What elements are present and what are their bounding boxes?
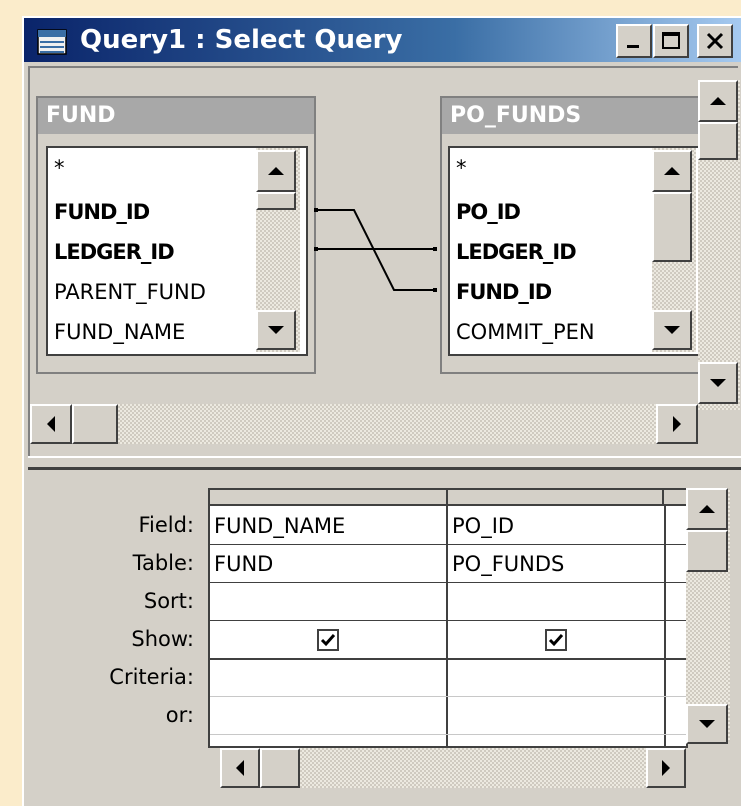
arrow-down-icon bbox=[699, 720, 715, 728]
grid-cell-table[interactable]: FUND bbox=[210, 545, 446, 583]
scroll-down-button[interactable] bbox=[698, 362, 738, 404]
scroll-thumb[interactable] bbox=[260, 748, 300, 788]
checkmark-icon bbox=[548, 633, 564, 646]
scroll-left-button[interactable] bbox=[220, 748, 260, 788]
arrow-up-icon bbox=[699, 505, 715, 513]
grid-cell-show[interactable] bbox=[210, 621, 446, 658]
column-selector[interactable] bbox=[664, 490, 686, 506]
arrow-right-icon bbox=[673, 416, 681, 432]
grid-cell-field[interactable]: PO_ID bbox=[448, 507, 664, 545]
table-pane-hscrollbar[interactable] bbox=[30, 404, 698, 444]
show-checkbox[interactable] bbox=[545, 628, 567, 651]
scroll-down-button[interactable] bbox=[686, 704, 728, 744]
row-label-criteria: Criteria: bbox=[109, 665, 194, 689]
checkmark-icon bbox=[320, 633, 336, 646]
scroll-up-button[interactable] bbox=[698, 80, 738, 122]
row-label-show: Show: bbox=[131, 627, 194, 651]
arrow-right-icon bbox=[662, 760, 670, 776]
arrow-down-icon bbox=[710, 379, 726, 387]
design-grid[interactable]: FUND_NAME FUND PO_ID PO_FUNDS bbox=[208, 488, 688, 748]
scroll-left-button[interactable] bbox=[30, 404, 72, 444]
arrow-left-icon bbox=[236, 760, 244, 776]
scroll-right-button[interactable] bbox=[646, 748, 686, 788]
arrow-left-icon bbox=[47, 416, 55, 432]
show-checkbox[interactable] bbox=[317, 628, 339, 651]
scroll-thumb[interactable] bbox=[698, 122, 738, 160]
row-label-or: or: bbox=[165, 703, 194, 727]
scroll-up-button[interactable] bbox=[686, 488, 728, 530]
row-label-sort: Sort: bbox=[143, 589, 194, 613]
scroll-right-button[interactable] bbox=[656, 404, 698, 444]
grid-row-labels: Field: Table: Sort: Show: Criteria: or: bbox=[30, 506, 194, 736]
row-label-table: Table: bbox=[132, 551, 194, 575]
scroll-thumb[interactable] bbox=[686, 530, 728, 572]
grid-cell-field[interactable]: FUND_NAME bbox=[210, 507, 446, 545]
column-selector[interactable] bbox=[210, 490, 448, 506]
arrow-up-icon bbox=[710, 97, 726, 105]
row-label-field: Field: bbox=[138, 513, 194, 537]
scroll-thumb[interactable] bbox=[72, 404, 118, 444]
grid-cell-table[interactable]: PO_FUNDS bbox=[448, 545, 664, 583]
column-selector[interactable] bbox=[448, 490, 664, 506]
grid-cell-show[interactable] bbox=[448, 621, 664, 658]
pane-splitter[interactable] bbox=[28, 456, 741, 470]
